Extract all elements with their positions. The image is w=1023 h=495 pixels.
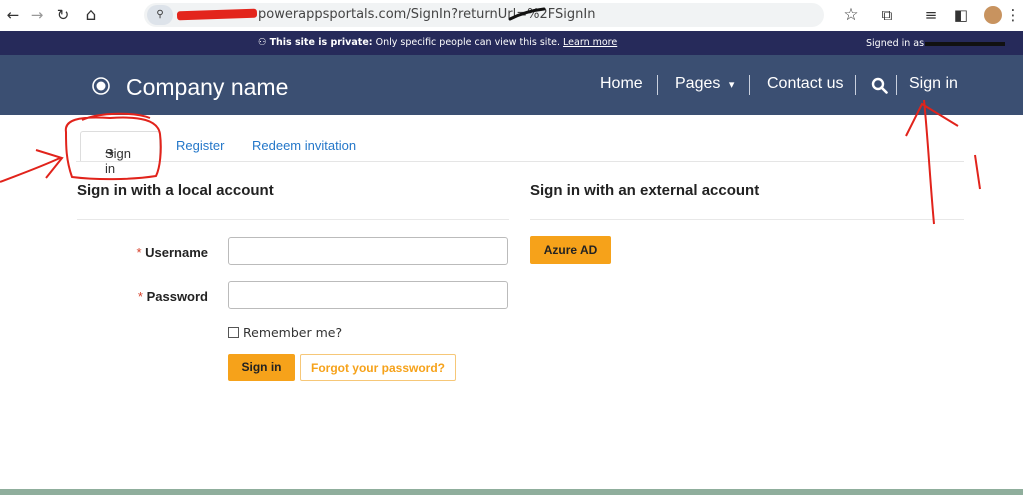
scribble-mark (508, 7, 546, 21)
username-input[interactable] (228, 237, 508, 265)
username-label: * Username (68, 245, 208, 260)
company-name[interactable]: Company name (126, 74, 288, 101)
section-divider (77, 219, 509, 220)
redaction-mark (925, 42, 1005, 46)
signed-in-as: Signed in as (866, 38, 925, 49)
password-input[interactable] (228, 281, 508, 309)
tabs-divider (76, 161, 964, 162)
bookmark-star-icon[interactable]: ☆ (840, 5, 862, 25)
side-panel-icon[interactable]: ◧ (950, 5, 972, 25)
nav-pages-label: Pages (675, 75, 721, 92)
notice-message: Only specific people can view this site. (372, 37, 564, 48)
back-arrow-icon[interactable]: ← (2, 5, 24, 25)
nav-contact-us[interactable]: Contact us (767, 75, 843, 93)
sign-in-button[interactable]: Sign in (228, 354, 295, 381)
extensions-icon[interactable]: ⧉ (876, 5, 898, 25)
footer-strip (0, 489, 1023, 495)
remember-me[interactable]: Remember me? (228, 325, 342, 340)
nav-sign-in[interactable]: Sign in (909, 75, 958, 93)
local-account-heading: Sign in with a local account (77, 182, 274, 199)
password-label: * Password (68, 289, 208, 304)
nav-divider (749, 75, 750, 95)
logo-icon[interactable] (92, 77, 110, 95)
tab-redeem-invitation[interactable]: Redeem invitation (252, 138, 356, 153)
site-info-icon[interactable]: ⚲ (147, 5, 173, 25)
notice-bold: This site is private: (269, 37, 373, 48)
password-label-text: Password (146, 289, 208, 304)
nav-pages[interactable]: Pages ▾ (675, 75, 734, 93)
forward-arrow-icon[interactable]: → (26, 5, 48, 25)
nav-divider (896, 75, 897, 95)
reload-icon[interactable]: ↻ (52, 5, 74, 25)
lock-people-icon: ⚇ (258, 37, 267, 48)
browser-toolbar: ← → ↻ ⌂ ⚲ powerappsportals.com/SignIn?re… (0, 0, 1023, 32)
remember-me-checkbox[interactable] (228, 327, 239, 338)
tab-sign-in[interactable]: ➔ Sign in (80, 131, 160, 176)
learn-more-link[interactable]: Learn more (563, 37, 617, 48)
forgot-password-button[interactable]: Forgot your password? (300, 354, 456, 381)
nav-divider (855, 75, 856, 95)
nav-home[interactable]: Home (600, 75, 643, 93)
required-mark: * (137, 289, 143, 304)
remember-me-label: Remember me? (243, 325, 343, 340)
section-divider (530, 219, 964, 220)
site-header: Company name Home Pages ▾ Contact us Sig… (0, 55, 1023, 115)
nav-divider (657, 75, 658, 95)
required-mark: * (136, 245, 142, 260)
private-site-notice: ⚇ This site is private: Only specific pe… (0, 31, 1023, 55)
external-account-heading: Sign in with an external account (530, 182, 760, 199)
search-icon[interactable] (871, 77, 888, 94)
azure-ad-button[interactable]: Azure AD (530, 236, 611, 264)
profile-avatar[interactable] (984, 6, 1002, 24)
notice-text: ⚇ This site is private: Only specific pe… (258, 37, 617, 48)
chevron-down-icon: ▾ (728, 78, 735, 91)
tab-register[interactable]: Register (176, 138, 224, 153)
more-menu-icon[interactable]: ⋮ (1005, 5, 1021, 25)
auth-tabs: ➔ Sign in Register Redeem invitation (26, 115, 996, 176)
home-icon[interactable]: ⌂ (80, 5, 102, 25)
username-label-text: Username (145, 245, 208, 260)
tab-search-icon[interactable]: ≡ (920, 5, 942, 25)
